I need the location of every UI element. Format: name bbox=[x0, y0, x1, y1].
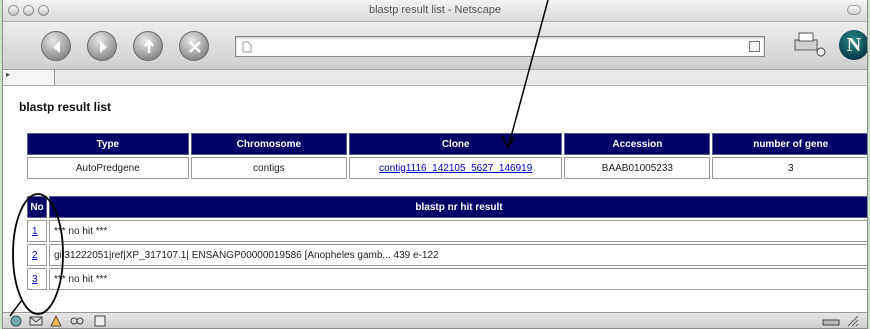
print-icon[interactable] bbox=[791, 30, 827, 60]
column-header-type: Type bbox=[27, 133, 189, 155]
cell-chromosome: contigs bbox=[190, 157, 348, 179]
table-row: 1 *** no hit *** bbox=[27, 220, 867, 242]
cell-no: 3 bbox=[27, 268, 47, 290]
sidebar-tab-strip: ▸ bbox=[3, 70, 867, 86]
hit-link-3[interactable]: 3 bbox=[32, 274, 38, 285]
window-title: blastp result list - Netscape bbox=[368, 4, 502, 16]
column-header-chromosome: Chromosome bbox=[190, 133, 348, 155]
resize-grip-icon[interactable] bbox=[845, 315, 859, 327]
reload-icon bbox=[144, 38, 154, 53]
table-row: 3 *** no hit *** bbox=[27, 268, 867, 290]
globe-icon[interactable] bbox=[9, 315, 23, 327]
sidebar-toggle-tab[interactable]: ▸ bbox=[3, 70, 55, 85]
cell-no: 2 bbox=[27, 244, 47, 266]
reload-button[interactable] bbox=[133, 31, 163, 61]
back-button[interactable] bbox=[41, 31, 71, 61]
page-icon bbox=[242, 41, 252, 53]
page-title: blastp result list bbox=[19, 100, 112, 114]
cell-type: AutoPredgene bbox=[27, 157, 189, 179]
table-header-row: Type Chromosome Clone Accession number o… bbox=[27, 133, 867, 155]
forward-arrow-icon bbox=[100, 41, 107, 53]
table-header-row: No blastp nr hit result bbox=[27, 196, 867, 218]
stop-button[interactable] bbox=[179, 31, 209, 61]
title-bar: blastp result list - Netscape bbox=[3, 0, 867, 22]
cell-accession: BAAB01005233 bbox=[564, 157, 711, 179]
cell-result: *** no hit *** bbox=[49, 220, 867, 242]
cell-gene-count: 3 bbox=[712, 157, 867, 179]
table-row: AutoPredgene contigs contig1116_142105_5… bbox=[27, 157, 867, 179]
netscape-logo[interactable]: N bbox=[839, 30, 867, 60]
forward-button[interactable] bbox=[87, 31, 117, 61]
chat-icon[interactable] bbox=[69, 315, 85, 327]
column-header-clone: Clone bbox=[349, 133, 563, 155]
column-header-result: blastp nr hit result bbox=[49, 196, 867, 218]
security-icon[interactable] bbox=[821, 315, 841, 327]
column-header-no: No bbox=[27, 196, 47, 218]
blastp-hits-table: No blastp nr hit result 1 *** no hit ***… bbox=[25, 194, 867, 292]
table-row: 2 gi|31222051|ref|XP_317107.1| ENSANGP00… bbox=[27, 244, 867, 266]
status-bar bbox=[3, 312, 867, 328]
back-arrow-icon bbox=[53, 41, 60, 53]
browser-window: blastp result list - Netscape N ▸ blastp… bbox=[2, 0, 868, 329]
url-field[interactable] bbox=[235, 36, 765, 57]
stop-icon bbox=[189, 41, 201, 53]
composer-icon[interactable] bbox=[49, 315, 63, 327]
toolbar-toggle-button[interactable] bbox=[847, 5, 861, 15]
gene-info-table: Type Chromosome Clone Accession number o… bbox=[25, 131, 867, 181]
mail-icon[interactable] bbox=[29, 315, 43, 327]
cell-result: gi|31222051|ref|XP_317107.1| ENSANGP0000… bbox=[49, 244, 867, 266]
navigation-toolbar: N bbox=[3, 22, 867, 70]
column-header-gene-count: number of gene bbox=[712, 133, 867, 155]
column-header-accession: Accession bbox=[564, 133, 711, 155]
cell-no: 1 bbox=[27, 220, 47, 242]
clone-link[interactable]: contig1116_142105_5627_146919 bbox=[379, 163, 532, 174]
bookmark-icon[interactable] bbox=[93, 315, 107, 327]
cell-result: *** no hit *** bbox=[49, 268, 867, 290]
cell-clone: contig1116_142105_5627_146919 bbox=[349, 157, 563, 179]
hit-link-2[interactable]: 2 bbox=[32, 250, 38, 261]
hit-link-1[interactable]: 1 bbox=[32, 226, 38, 237]
url-dropdown-button[interactable] bbox=[749, 41, 760, 52]
